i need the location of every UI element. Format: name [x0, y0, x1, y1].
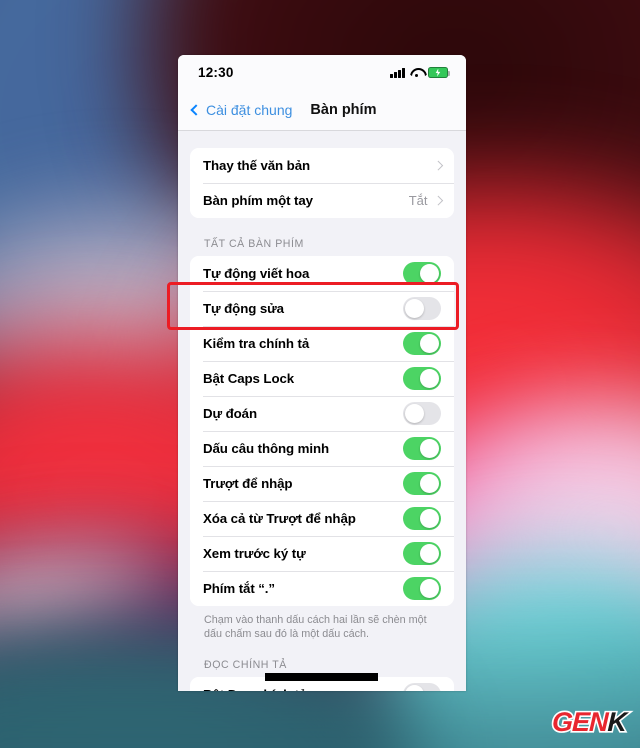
list-item-label: Tự động sửa: [203, 301, 284, 316]
toggle-smart-punctuation[interactable]: [403, 437, 441, 460]
page-title: Bàn phím: [310, 102, 377, 118]
section-footer-all-keyboards: Chạm vào thanh dấu cách hai lần sẽ chèn …: [204, 614, 427, 640]
list-item-label: Xóa cả từ Trượt để nhập: [203, 511, 356, 526]
list-item[interactable]: Thay thế văn bản: [190, 148, 454, 183]
list-item[interactable]: Xóa cả từ Trượt để nhập: [190, 501, 454, 536]
list-item-label: Xem trước ký tự: [203, 546, 306, 561]
back-button[interactable]: Cài đặt chung: [190, 102, 293, 118]
section-header-all-keyboards: TẤT CẢ BÀN PHÍM: [204, 238, 304, 250]
list-item[interactable]: Tự động sửa: [190, 291, 454, 326]
list-item-label: Thay thế văn bản: [203, 158, 311, 173]
toggle-knob: [419, 263, 440, 284]
back-button-label: Cài đặt chung: [206, 102, 293, 118]
toggle-knob: [419, 368, 440, 389]
list-item-label: Bật Caps Lock: [203, 371, 295, 386]
toggle-knob: [419, 438, 440, 459]
list-item-label: Bàn phím một tay: [203, 193, 313, 208]
toggle-knob: [404, 684, 425, 691]
toggle-knob: [404, 403, 425, 424]
toggle-check-spelling[interactable]: [403, 332, 441, 355]
chevron-left-icon: [190, 104, 202, 116]
toggle-auto-correction[interactable]: [403, 297, 441, 320]
toggle-knob: [419, 578, 440, 599]
toggle-enable-dictation[interactable]: [403, 683, 441, 691]
settings-scroll-area[interactable]: Thay thế văn bản Bàn phím một tay Tắt TẤ…: [178, 131, 466, 691]
list-item[interactable]: Trượt để nhập: [190, 466, 454, 501]
toggle-knob: [419, 543, 440, 564]
chevron-right-icon: [433, 195, 443, 206]
toggle-delete-slide-to-type-by-word[interactable]: [403, 507, 441, 530]
toggle-knob: [419, 333, 440, 354]
toggle-knob: [419, 473, 440, 494]
navigation-bar: Cài đặt chung Bàn phím: [178, 90, 466, 131]
status-time: 12:30: [198, 65, 234, 80]
toggle-predictive[interactable]: [403, 402, 441, 425]
list-item[interactable]: Dự đoán: [190, 396, 454, 431]
redaction-bar: [265, 673, 378, 681]
list-item[interactable]: Tự động viết hoa: [190, 256, 454, 291]
watermark-text-gen: GEN: [550, 705, 610, 738]
settings-group-text-replacement: Thay thế văn bản Bàn phím một tay Tắt: [190, 148, 454, 218]
toggle-slide-to-type[interactable]: [403, 472, 441, 495]
list-item-label: Tự động viết hoa: [203, 266, 310, 281]
list-item-accessory: [433, 160, 443, 171]
list-item-label: Trượt để nhập: [203, 476, 293, 491]
list-item[interactable]: Kiểm tra chính tả: [190, 326, 454, 361]
genk-watermark: GENK: [550, 705, 628, 738]
battery-charging-icon: [428, 67, 450, 78]
chevron-right-icon: [433, 160, 443, 171]
settings-group-all-keyboards: Tự động viết hoa Tự động sửa Kiểm tra ch…: [190, 256, 454, 606]
list-item[interactable]: Xem trước ký tự: [190, 536, 454, 571]
phone-screenshot: 12:30 Cài đặt chung Bàn phím Thay thế vă…: [178, 55, 466, 691]
list-item-label: Phím tắt “.”: [203, 581, 275, 596]
toggle-enable-caps-lock[interactable]: [403, 367, 441, 390]
status-icons: [390, 67, 450, 78]
wifi-icon: [410, 68, 423, 78]
toggle-knob: [419, 508, 440, 529]
status-bar: 12:30: [178, 55, 466, 90]
watermark-text-k: K: [605, 705, 628, 738]
list-item-label: Kiểm tra chính tả: [203, 336, 310, 351]
toggle-character-preview[interactable]: [403, 542, 441, 565]
list-item-label: Dự đoán: [203, 406, 257, 421]
toggle-knob: [404, 298, 425, 319]
toggle-period-shortcut[interactable]: [403, 577, 441, 600]
list-item[interactable]: Phím tắt “.”: [190, 571, 454, 606]
list-item[interactable]: Dấu câu thông minh: [190, 431, 454, 466]
list-item[interactable]: Bàn phím một tay Tắt: [190, 183, 454, 218]
toggle-auto-capitalization[interactable]: [403, 262, 441, 285]
list-item-label: Bật Đọc chính tả: [203, 687, 306, 691]
list-item-value: Tắt: [408, 193, 428, 208]
list-item-accessory: Tắt: [408, 193, 443, 208]
list-item-label: Dấu câu thông minh: [203, 441, 329, 456]
list-item[interactable]: Bật Caps Lock: [190, 361, 454, 396]
cellular-signal-icon: [390, 67, 405, 78]
